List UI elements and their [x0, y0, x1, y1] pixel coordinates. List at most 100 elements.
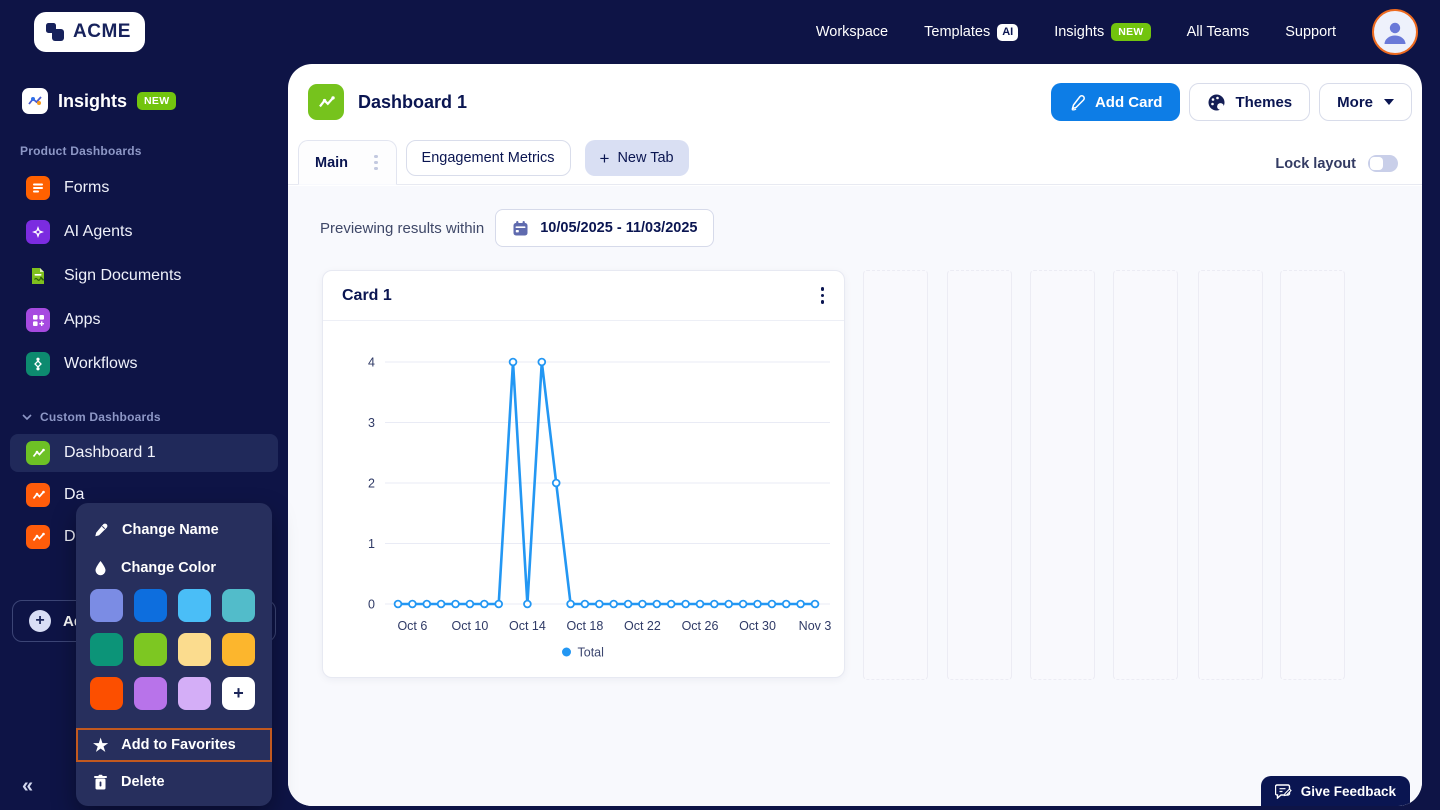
user-avatar[interactable] — [1372, 9, 1418, 55]
color-swatch[interactable] — [222, 633, 255, 666]
new-tab-button[interactable]: + New Tab — [584, 140, 689, 176]
trash-icon — [94, 774, 107, 790]
sidebar-item-forms[interactable]: Forms — [0, 166, 288, 210]
add-card-button[interactable]: Add Card — [1050, 83, 1181, 121]
plus-icon: + — [29, 610, 51, 632]
add-color-button[interactable]: + — [222, 677, 255, 710]
svg-text:Oct 22: Oct 22 — [624, 619, 661, 633]
svg-text:2: 2 — [368, 477, 375, 491]
forms-icon — [26, 176, 50, 200]
ai-badge: AI — [997, 23, 1019, 41]
apps-icon — [26, 308, 50, 332]
color-swatch[interactable] — [134, 633, 167, 666]
dashboard-context-menu: Change Name Change Color + ★ Add to Favo… — [76, 503, 272, 806]
menu-item-delete[interactable]: Delete — [76, 762, 272, 802]
sidebar-dashboard-1[interactable]: Dashboard 1 — [10, 434, 278, 472]
lock-layout-label: Lock layout — [1275, 155, 1356, 172]
svg-text:Oct 6: Oct 6 — [397, 619, 427, 633]
card-header: Card 1 — [323, 271, 844, 321]
section-custom-dashboards[interactable]: Custom Dashboards — [22, 410, 288, 424]
dashboard-chart-icon — [26, 441, 50, 465]
nav-workspace[interactable]: Workspace — [816, 24, 888, 40]
dashboard-chart-icon — [26, 483, 50, 507]
palette-icon — [1208, 94, 1225, 110]
person-icon — [1384, 22, 1406, 44]
menu-item-change-name[interactable]: Change Name — [76, 511, 272, 549]
menu-item-add-to-favorites[interactable]: ★ Add to Favorites — [76, 728, 272, 762]
workflows-icon — [26, 352, 50, 376]
lock-layout-control: Lock layout — [1275, 155, 1422, 172]
svg-text:Oct 10: Oct 10 — [451, 619, 488, 633]
svg-text:Oct 14: Oct 14 — [509, 619, 546, 633]
svg-text:3: 3 — [368, 416, 375, 430]
sidebar-new-badge: NEW — [137, 92, 177, 110]
color-swatch[interactable] — [178, 589, 211, 622]
svg-text:4: 4 — [368, 356, 375, 370]
empty-grid-column — [947, 270, 1012, 680]
tab-kebab-icon[interactable] — [370, 151, 382, 175]
color-swatch[interactable] — [178, 633, 211, 666]
sidebar-app-header[interactable]: Insights NEW — [22, 88, 288, 114]
pen-icon — [1071, 94, 1085, 111]
svg-text:1: 1 — [368, 537, 375, 551]
sidebar-item-workflows[interactable]: Workflows — [0, 342, 288, 386]
line-chart: 0 1 2 3 4 Oct 6 Oct 10 Oct 14 Oct 18 Oct 22 Oct 26… — [368, 356, 832, 660]
color-swatch[interactable] — [134, 677, 167, 710]
sign-documents-icon — [26, 264, 50, 288]
color-swatch[interactable] — [222, 589, 255, 622]
date-filter-row: Previewing results within 10/05/2025 - 1… — [320, 209, 715, 247]
sidebar-item-sign-documents[interactable]: Sign Documents — [0, 254, 288, 298]
toggle-knob — [1370, 157, 1383, 170]
calendar-icon — [513, 220, 528, 235]
more-button[interactable]: More — [1319, 83, 1412, 121]
sidebar-collapse-button[interactable]: « — [22, 775, 33, 798]
sidebar-item-ai-agents[interactable]: AI Agents — [0, 210, 288, 254]
droplet-icon — [95, 561, 106, 576]
color-swatch[interactable] — [90, 589, 123, 622]
menu-item-change-color[interactable]: Change Color — [76, 549, 272, 587]
nav-all-teams[interactable]: All Teams — [1187, 24, 1250, 40]
nav-insights[interactable]: Insights NEW — [1054, 23, 1151, 41]
section-product-dashboards: Product Dashboards — [20, 144, 142, 158]
pencil-icon — [95, 523, 108, 537]
tab-bar: Main Engagement Metrics + New Tab Lock l… — [288, 140, 1422, 185]
color-swatch-grid: + — [76, 587, 272, 720]
card-title: Card 1 — [342, 286, 392, 304]
themes-button[interactable]: Themes — [1189, 83, 1311, 121]
color-swatch[interactable] — [90, 677, 123, 710]
top-nav-links: Workspace Templates AI Insights NEW All Te… — [816, 9, 1440, 55]
svg-text:Oct 18: Oct 18 — [566, 619, 603, 633]
tab-engagement-metrics[interactable]: Engagement Metrics — [405, 140, 571, 176]
tab-main[interactable]: Main — [298, 140, 397, 185]
dashboard-title-icon — [308, 84, 344, 120]
insights-app-icon — [22, 88, 48, 114]
empty-grid-column — [863, 270, 928, 680]
new-badge: NEW — [1111, 23, 1151, 41]
svg-text:Nov 3: Nov 3 — [799, 619, 832, 633]
color-swatch[interactable] — [90, 633, 123, 666]
svg-text:Oct 30: Oct 30 — [739, 619, 776, 633]
date-range-value: 10/05/2025 - 11/03/2025 — [540, 220, 698, 236]
lock-layout-toggle[interactable] — [1368, 155, 1398, 172]
caret-down-icon — [1384, 99, 1394, 105]
preview-label: Previewing results within — [320, 219, 485, 237]
card-menu-kebab-icon[interactable] — [817, 283, 829, 308]
empty-grid-column — [1030, 270, 1095, 680]
acme-logo[interactable]: ACME — [34, 12, 145, 52]
svg-text:Total: Total — [578, 646, 604, 660]
color-swatch[interactable] — [134, 589, 167, 622]
feedback-chat-pencil-icon — [1274, 784, 1292, 799]
dashboard-chart-icon — [26, 525, 50, 549]
svg-text:Oct 26: Oct 26 — [682, 619, 719, 633]
star-icon: ★ — [93, 735, 109, 755]
give-feedback-button[interactable]: Give Feedback — [1260, 776, 1410, 806]
acme-logo-icon — [44, 21, 66, 43]
date-range-picker[interactable]: 10/05/2025 - 11/03/2025 — [495, 209, 715, 247]
nav-templates[interactable]: Templates AI — [924, 23, 1019, 41]
ai-agents-icon — [26, 220, 50, 244]
sidebar-item-apps[interactable]: Apps — [0, 298, 288, 342]
card-1: Card 1 0 1 2 3 4 Oct 6 Oct 10 Oct 14 Oct 18 Oct 2… — [322, 270, 845, 678]
main-panel: Dashboard 1 Add Card Themes More Main En… — [288, 64, 1422, 806]
nav-support[interactable]: Support — [1285, 24, 1336, 40]
color-swatch[interactable] — [178, 677, 211, 710]
